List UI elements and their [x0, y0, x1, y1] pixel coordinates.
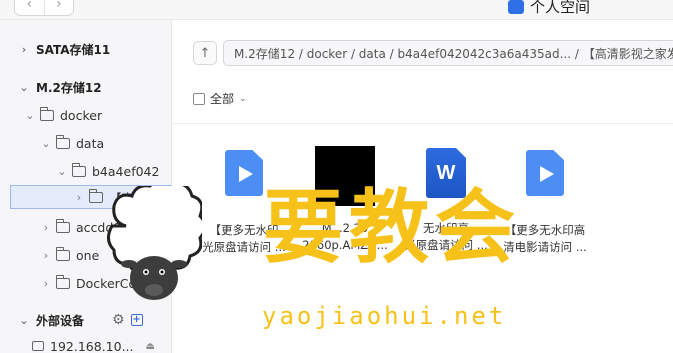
section-label: 外部设备	[36, 313, 85, 328]
folder-blue-icon	[508, 0, 524, 14]
folder-icon	[55, 134, 70, 149]
forward-button[interactable]: ›	[43, 0, 74, 15]
chevron-down-icon[interactable]: ⌄	[18, 81, 30, 94]
divider	[173, 123, 673, 124]
window-title: 个人空间	[508, 0, 590, 17]
section-label: M.2存储12	[36, 80, 102, 95]
tree-item-data[interactable]: ⌄ data	[40, 131, 104, 155]
folder-icon	[71, 162, 86, 177]
chevron-down-icon[interactable]: ⌄	[18, 314, 30, 327]
chevron-right-icon[interactable]: ›	[40, 249, 52, 262]
tree-item-label: b4a4ef042	[92, 163, 160, 179]
tree-item-docker[interactable]: ⌄ docker	[24, 103, 102, 127]
folder-icon	[55, 246, 70, 261]
network-drive-icon	[32, 341, 44, 351]
eject-icon[interactable]: ⏏	[146, 341, 155, 352]
chevron-right-icon[interactable]: ›	[18, 43, 30, 56]
folder-icon	[39, 106, 54, 121]
video-file-icon	[225, 150, 263, 196]
select-all-checkbox[interactable]	[193, 92, 205, 105]
video-file-icon	[526, 150, 564, 196]
sidebar-section-sata[interactable]: › SATA存储11	[18, 37, 111, 61]
up-arrow-button[interactable]: ↑	[193, 41, 217, 65]
chevron-right-icon[interactable]: ›	[73, 191, 85, 204]
chevron-right-icon[interactable]: ›	[40, 277, 52, 290]
watermark-text: 要教会	[263, 181, 521, 274]
folder-icon	[55, 274, 70, 289]
chevron-down-icon[interactable]: ⌄	[56, 165, 68, 178]
path-input[interactable]: M.2存储12 / docker / data / b4a4ef042042c3…	[223, 40, 673, 66]
window-title-text: 个人空间	[530, 0, 591, 16]
folder-icon	[88, 188, 103, 203]
select-all-label: 全部	[210, 92, 235, 106]
chevron-right-icon[interactable]: ›	[40, 221, 52, 234]
nav-buttons: ‹ ›	[14, 0, 74, 16]
chevron-down-icon[interactable]: ⌄	[40, 137, 52, 150]
sheep-logo-watermark	[107, 186, 202, 300]
select-all-control[interactable]: 全部 ⌄	[193, 90, 247, 107]
device-label: 192.168.10...	[50, 338, 134, 353]
title-bar: ‹ › 个人空间	[0, 0, 673, 20]
path-bar: ↑ M.2存储12 / docker / data / b4a4ef042042…	[193, 40, 673, 66]
watermark-url: yaojiaohui.net	[262, 302, 507, 330]
section-label: SATA存储11	[36, 42, 111, 57]
chevron-down-icon[interactable]: ⌄	[239, 94, 247, 104]
tree-item-label: data	[76, 135, 105, 151]
tree-item-label: one	[76, 247, 100, 263]
sidebar-section-m2[interactable]: ⌄ M.2存储12	[18, 75, 102, 99]
folder-icon	[55, 218, 70, 233]
back-button[interactable]: ‹	[15, 0, 44, 15]
tree-item-label: docker	[60, 107, 103, 123]
tree-item-b4a4ef042[interactable]: ⌄ b4a4ef042	[56, 159, 159, 183]
chevron-down-icon[interactable]: ⌄	[24, 109, 36, 122]
tree-item-one[interactable]: › one	[40, 243, 99, 267]
device-item[interactable]: 192.168.10... ⏏	[32, 334, 155, 353]
